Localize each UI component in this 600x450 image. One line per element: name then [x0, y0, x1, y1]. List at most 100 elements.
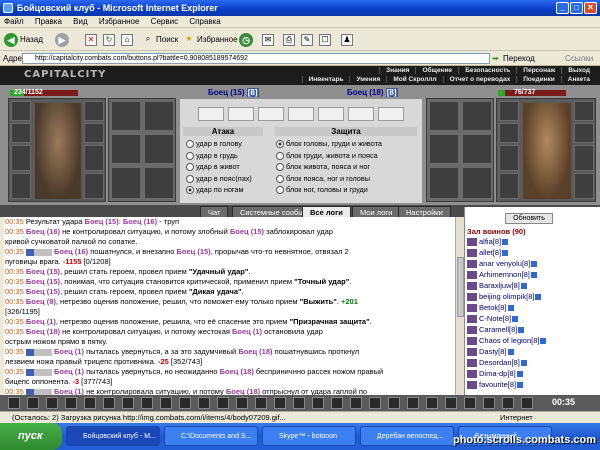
player-name[interactable]: Dima-dp[8]: [479, 369, 516, 378]
action-icon[interactable]: [407, 397, 419, 409]
fighter-link[interactable]: Боец (18): [226, 387, 260, 395]
edit-button[interactable]: ✎: [301, 32, 313, 47]
info-icon[interactable]: [530, 272, 537, 279]
maximize-button[interactable]: □: [570, 2, 583, 14]
fighter-link[interactable]: Боец (18): [238, 347, 272, 356]
player-item[interactable]: favourite[8]: [467, 380, 524, 390]
nav-inventory[interactable]: Инвентарь: [301, 76, 350, 83]
info-icon[interactable]: [502, 239, 509, 246]
nav-knowledge[interactable]: Знания: [379, 67, 415, 74]
messenger-button[interactable]: ♟: [341, 32, 353, 47]
radio-icon[interactable]: [186, 186, 194, 194]
action-icon[interactable]: [122, 397, 134, 409]
player-name[interactable]: allet[8]: [479, 248, 501, 257]
links-label[interactable]: Ссылки: [565, 51, 593, 66]
search-button[interactable]: ⌕ Поиск: [142, 32, 178, 47]
info-icon[interactable]: [520, 360, 527, 367]
nav-fights[interactable]: Поединки: [516, 76, 561, 83]
fighter-link[interactable]: Боец (16): [26, 227, 60, 236]
right-fighter-name[interactable]: Боец (18) [8]: [347, 88, 398, 97]
defense-option[interactable]: блок ног, головы и груди: [276, 185, 368, 195]
action-icon[interactable]: [445, 397, 457, 409]
radio-icon[interactable]: [186, 163, 194, 171]
player-item[interactable]: Arhimemnon[8]: [467, 270, 537, 280]
action-icon[interactable]: [350, 397, 362, 409]
fighter-link[interactable]: Боец (15): [230, 227, 264, 236]
defense-option[interactable]: блок пояса, ног и головы: [276, 174, 370, 184]
radio-icon[interactable]: [276, 140, 284, 148]
back-button[interactable]: ◀ Назад: [4, 32, 43, 47]
player-item[interactable]: Caramell[8]: [467, 325, 525, 335]
player-item[interactable]: allet[8]: [467, 248, 509, 258]
player-name[interactable]: anar venyolu[8]: [479, 259, 530, 268]
left-fighter-name[interactable]: Боец (15) [8]: [208, 88, 259, 97]
player-name[interactable]: Betok[8]: [479, 303, 507, 312]
action-icon[interactable]: [369, 397, 381, 409]
favorites-button[interactable]: ★ Избранное: [183, 32, 237, 47]
radio-icon[interactable]: [186, 151, 194, 160]
nav-exit[interactable]: Выход: [561, 67, 596, 74]
action-icon[interactable]: [46, 397, 58, 409]
left-fighter-avatar[interactable]: [35, 103, 81, 199]
radio-icon[interactable]: [186, 174, 194, 183]
radio-icon[interactable]: [276, 151, 284, 160]
attack-option[interactable]: удар по ногам: [186, 185, 244, 195]
info-icon[interactable]: [516, 371, 523, 378]
defense-option[interactable]: блок головы, груди и живота: [276, 139, 382, 149]
info-icon[interactable]: [518, 327, 525, 334]
info-icon[interactable]: [540, 338, 547, 345]
action-icon[interactable]: [274, 397, 286, 409]
fighter-link[interactable]: Боец (9): [26, 297, 56, 306]
history-button[interactable]: ◷: [239, 32, 253, 47]
player-item[interactable]: Desordan[8]: [467, 358, 527, 368]
player-name[interactable]: Arhimemnon[8]: [479, 270, 530, 279]
fighter-link[interactable]: Боец (15): [26, 277, 60, 286]
action-icon[interactable]: [293, 397, 305, 409]
tab-all-logs[interactable]: Все логи: [302, 206, 351, 217]
action-icon[interactable]: [198, 397, 210, 409]
tab-settings[interactable]: Настройки: [398, 206, 451, 217]
action-icon[interactable]: [217, 397, 229, 409]
radio-icon[interactable]: [276, 186, 284, 194]
refresh-button[interactable]: ↻: [103, 32, 115, 47]
player-name[interactable]: Desordan[8]: [479, 358, 520, 367]
action-icon[interactable]: [255, 397, 267, 409]
fighter-link[interactable]: Боец (1): [54, 347, 84, 356]
info-icon[interactable]: [535, 294, 542, 301]
tab-chat[interactable]: Чат: [200, 206, 229, 217]
menu-edit[interactable]: Правка: [35, 17, 62, 26]
action-icon[interactable]: [312, 397, 324, 409]
nav-communication[interactable]: Общение: [415, 67, 458, 74]
address-input[interactable]: http://capitalcity.combats.com/buttons.p…: [22, 53, 490, 64]
player-item[interactable]: Baraxljuw[8]: [467, 281, 527, 291]
info-icon[interactable]: [520, 283, 527, 290]
radio-icon[interactable]: [276, 174, 284, 183]
nav-profile[interactable]: Анкета: [560, 76, 596, 83]
action-icon[interactable]: [103, 397, 115, 409]
menu-tools[interactable]: Сервис: [151, 17, 178, 26]
action-icon[interactable]: [141, 397, 153, 409]
action-icon[interactable]: [160, 397, 172, 409]
player-name[interactable]: Baraxljuw[8]: [479, 281, 520, 290]
player-item[interactable]: Dasty[8]: [467, 347, 514, 357]
player-item[interactable]: anar venyolu[8]: [467, 259, 538, 269]
nav-character[interactable]: Персонаж: [516, 67, 561, 74]
action-icon[interactable]: [84, 397, 96, 409]
defense-option[interactable]: блок груди, живота и пояса: [276, 151, 378, 161]
taskbar-item[interactable]: Деребан велоспед...: [360, 426, 454, 446]
nav-skills[interactable]: Умения: [349, 76, 386, 83]
action-icon[interactable]: [388, 397, 400, 409]
fighter-link[interactable]: Боец (15): [177, 247, 211, 256]
player-name[interactable]: Chaos of legion[8]: [479, 336, 539, 345]
radio-icon[interactable]: [186, 140, 194, 148]
attack-option[interactable]: удар в живот: [186, 162, 240, 172]
player-item[interactable]: Betok[8]: [467, 303, 514, 313]
mail-button[interactable]: ✉: [262, 32, 274, 47]
print-button[interactable]: ⎙: [283, 32, 295, 47]
taskbar-item[interactable]: C:\Documents and S...: [164, 426, 258, 446]
action-icon[interactable]: [464, 397, 476, 409]
player-name[interactable]: favourite[8]: [479, 380, 516, 389]
menu-help[interactable]: Справка: [189, 17, 220, 26]
defense-option[interactable]: блок живота, пояса и ног: [276, 162, 370, 172]
fighter-link[interactable]: Боец (1): [26, 317, 56, 326]
